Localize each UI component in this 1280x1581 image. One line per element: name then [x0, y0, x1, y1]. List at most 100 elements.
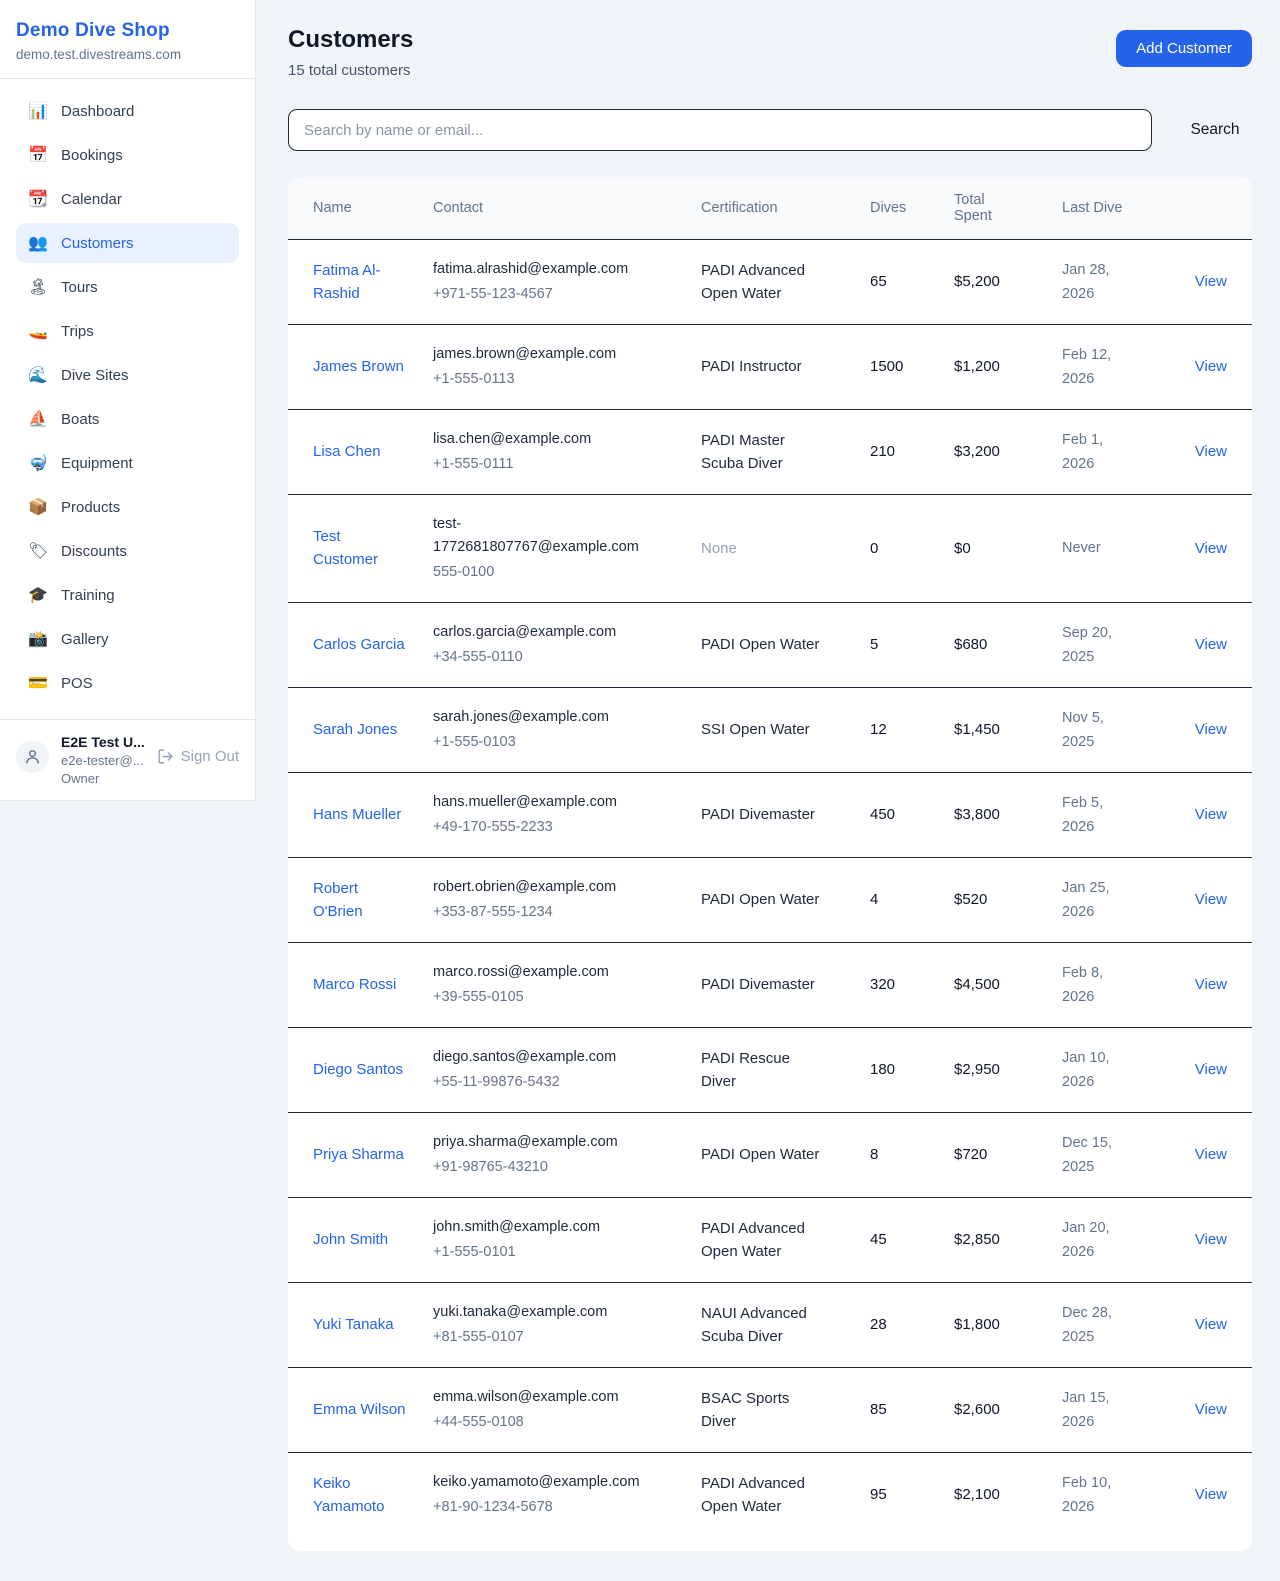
table-row: Hans Mueller hans.mueller@example.com+49-…: [288, 772, 1252, 857]
customer-name-link[interactable]: Fatima Al-Rashid: [313, 262, 381, 302]
customer-phone: +1-555-0101: [433, 1241, 651, 1264]
customer-name-link[interactable]: Priya Sharma: [313, 1146, 404, 1163]
customer-name-link[interactable]: Carlos Garcia: [313, 636, 405, 653]
view-customer-link[interactable]: View: [1195, 358, 1227, 375]
customer-phone: 555-0100: [433, 561, 651, 584]
sidebar-item-dashboard[interactable]: 📊Dashboard: [16, 91, 239, 131]
certification: PADI Instructor: [701, 358, 802, 375]
table-row: John Smith john.smith@example.com+1-555-0…: [288, 1197, 1252, 1282]
view-customer-link[interactable]: View: [1195, 636, 1227, 653]
sidebar-item-equipment[interactable]: 🤿Equipment: [16, 443, 239, 483]
view-customer-link[interactable]: View: [1195, 273, 1227, 290]
view-customer-link[interactable]: View: [1195, 1231, 1227, 1248]
view-customer-link[interactable]: View: [1195, 1486, 1227, 1503]
user-info: E2E Test U... e2e-tester@... Owner: [61, 734, 145, 786]
sidebar-item-customers[interactable]: 👥Customers: [16, 223, 239, 263]
view-customer-link[interactable]: View: [1195, 1401, 1227, 1418]
customer-email: yuki.tanaka@example.com: [433, 1301, 651, 1324]
customer-email: john.smith@example.com: [433, 1216, 651, 1239]
view-customer-link[interactable]: View: [1195, 1146, 1227, 1163]
person-icon: [24, 748, 41, 765]
island-icon: 🏝: [28, 277, 48, 297]
view-customer-link[interactable]: View: [1195, 1316, 1227, 1333]
certification: PADI Advanced Open Water: [701, 1220, 805, 1260]
sidebar-item-tours[interactable]: 🏝Tours: [16, 267, 239, 307]
sign-out-button[interactable]: Sign Out: [157, 748, 239, 765]
customer-name-link[interactable]: Diego Santos: [313, 1061, 403, 1078]
customer-name-link[interactable]: Yuki Tanaka: [313, 1316, 394, 1333]
total-spent: $2,850: [954, 1231, 1000, 1248]
view-customer-link[interactable]: View: [1195, 721, 1227, 738]
add-customer-button[interactable]: Add Customer: [1116, 30, 1252, 67]
customer-phone: +34-555-0110: [433, 646, 651, 669]
total-spent: $5,200: [954, 273, 1000, 290]
page-title: Customers: [288, 26, 413, 54]
total-spent: $2,100: [954, 1486, 1000, 1503]
sign-out-label: Sign Out: [181, 748, 239, 765]
table-row: Marco Rossimarco.rossi@example.com+39-55…: [288, 942, 1252, 1027]
customer-email: test-1772681807767@example.com: [433, 513, 651, 559]
sidebar-item-dive-sites[interactable]: 🌊Dive Sites: [16, 355, 239, 395]
customer-name-link[interactable]: Lisa Chen: [313, 443, 381, 460]
sidebar-item-pos[interactable]: 💳POS: [16, 663, 239, 703]
customer-phone: +49-170-555-2233: [433, 816, 651, 839]
table-row: Diego Santosdiego.santos@example.com+55-…: [288, 1027, 1252, 1112]
user-role: Owner: [61, 771, 145, 786]
customer-name-link[interactable]: Test Customer: [313, 528, 378, 568]
sidebar-item-bookings[interactable]: 📅Bookings: [16, 135, 239, 175]
certification: None: [701, 540, 737, 557]
sidebar-item-products[interactable]: 📦 Products: [16, 487, 239, 527]
customer-email: sarah.jones@example.com: [433, 706, 651, 729]
table-row: Emma Wilsonemma.wilson@example.com+44-55…: [288, 1367, 1252, 1452]
view-customer-link[interactable]: View: [1195, 1061, 1227, 1078]
table-row: Robert O'Brienrobert.obrien@example.com+…: [288, 857, 1252, 942]
table-row: Fatima Al-Rashidfatima.alrashid@example.…: [288, 239, 1252, 324]
view-customer-link[interactable]: View: [1195, 806, 1227, 823]
customer-name-link[interactable]: Emma Wilson: [313, 1401, 406, 1418]
total-spent: $3,200: [954, 443, 1000, 460]
dives-count: 320: [870, 976, 895, 993]
view-customer-link[interactable]: View: [1195, 976, 1227, 993]
certification: BSAC Sports Diver: [701, 1390, 789, 1430]
logout-icon: [157, 748, 174, 765]
total-spent: $4,500: [954, 976, 1000, 993]
total-spent: $2,950: [954, 1061, 1000, 1078]
search-bar: Search: [288, 109, 1252, 151]
bar-chart-icon: 📊: [28, 101, 48, 121]
diving-mask-icon: 🤿: [28, 453, 48, 473]
customer-name-link[interactable]: Robert O'Brien: [313, 880, 363, 920]
view-customer-link[interactable]: View: [1195, 443, 1227, 460]
view-customer-link[interactable]: View: [1195, 540, 1227, 557]
customer-name-link[interactable]: Hans Mueller: [313, 806, 401, 823]
table-row: Yuki Tanakayuki.tanaka@example.com+81-55…: [288, 1282, 1252, 1367]
last-dive-date: Feb 1, 2026: [1062, 432, 1103, 472]
sidebar-item-gallery[interactable]: 📸Gallery: [16, 619, 239, 659]
sidebar-item-boats[interactable]: ⛵ Boats: [16, 399, 239, 439]
customers-table-card: NameContactCertificationDivesTotal Spent…: [288, 177, 1252, 1551]
customer-name-link[interactable]: John Smith: [313, 1231, 388, 1248]
customer-email: keiko.yamamoto@example.com: [433, 1471, 651, 1494]
sidebar-item-calendar[interactable]: 📆Calendar: [16, 179, 239, 219]
sidebar-item-label: Boats: [61, 411, 99, 428]
sailboat-icon: ⛵: [28, 409, 48, 429]
dives-count: 180: [870, 1061, 895, 1078]
column-header-contact: Contact: [433, 177, 701, 239]
package-icon: 📦: [28, 497, 48, 517]
sidebar-item-discounts[interactable]: 🏷Discounts: [16, 531, 239, 571]
customer-name-link[interactable]: Marco Rossi: [313, 976, 396, 993]
sidebar-item-trips[interactable]: 🚤Trips: [16, 311, 239, 351]
sidebar-item-label: Gallery: [61, 631, 109, 648]
customer-name-link[interactable]: James Brown: [313, 358, 404, 375]
sidebar-item-training[interactable]: 🎓Training: [16, 575, 239, 615]
search-button[interactable]: Search: [1152, 111, 1252, 149]
customer-name-link[interactable]: Keiko Yamamoto: [313, 1475, 384, 1515]
search-input[interactable]: [288, 109, 1152, 151]
customer-name-link[interactable]: Sarah Jones: [313, 721, 397, 738]
sidebar-item-label: Training: [61, 587, 115, 604]
customer-email: hans.mueller@example.com: [433, 791, 651, 814]
sidebar-item-label: Customers: [61, 235, 134, 252]
dives-count: 85: [870, 1401, 887, 1418]
sidebar-item-label: Products: [61, 499, 120, 516]
column-header-actions: [1168, 177, 1252, 239]
view-customer-link[interactable]: View: [1195, 891, 1227, 908]
